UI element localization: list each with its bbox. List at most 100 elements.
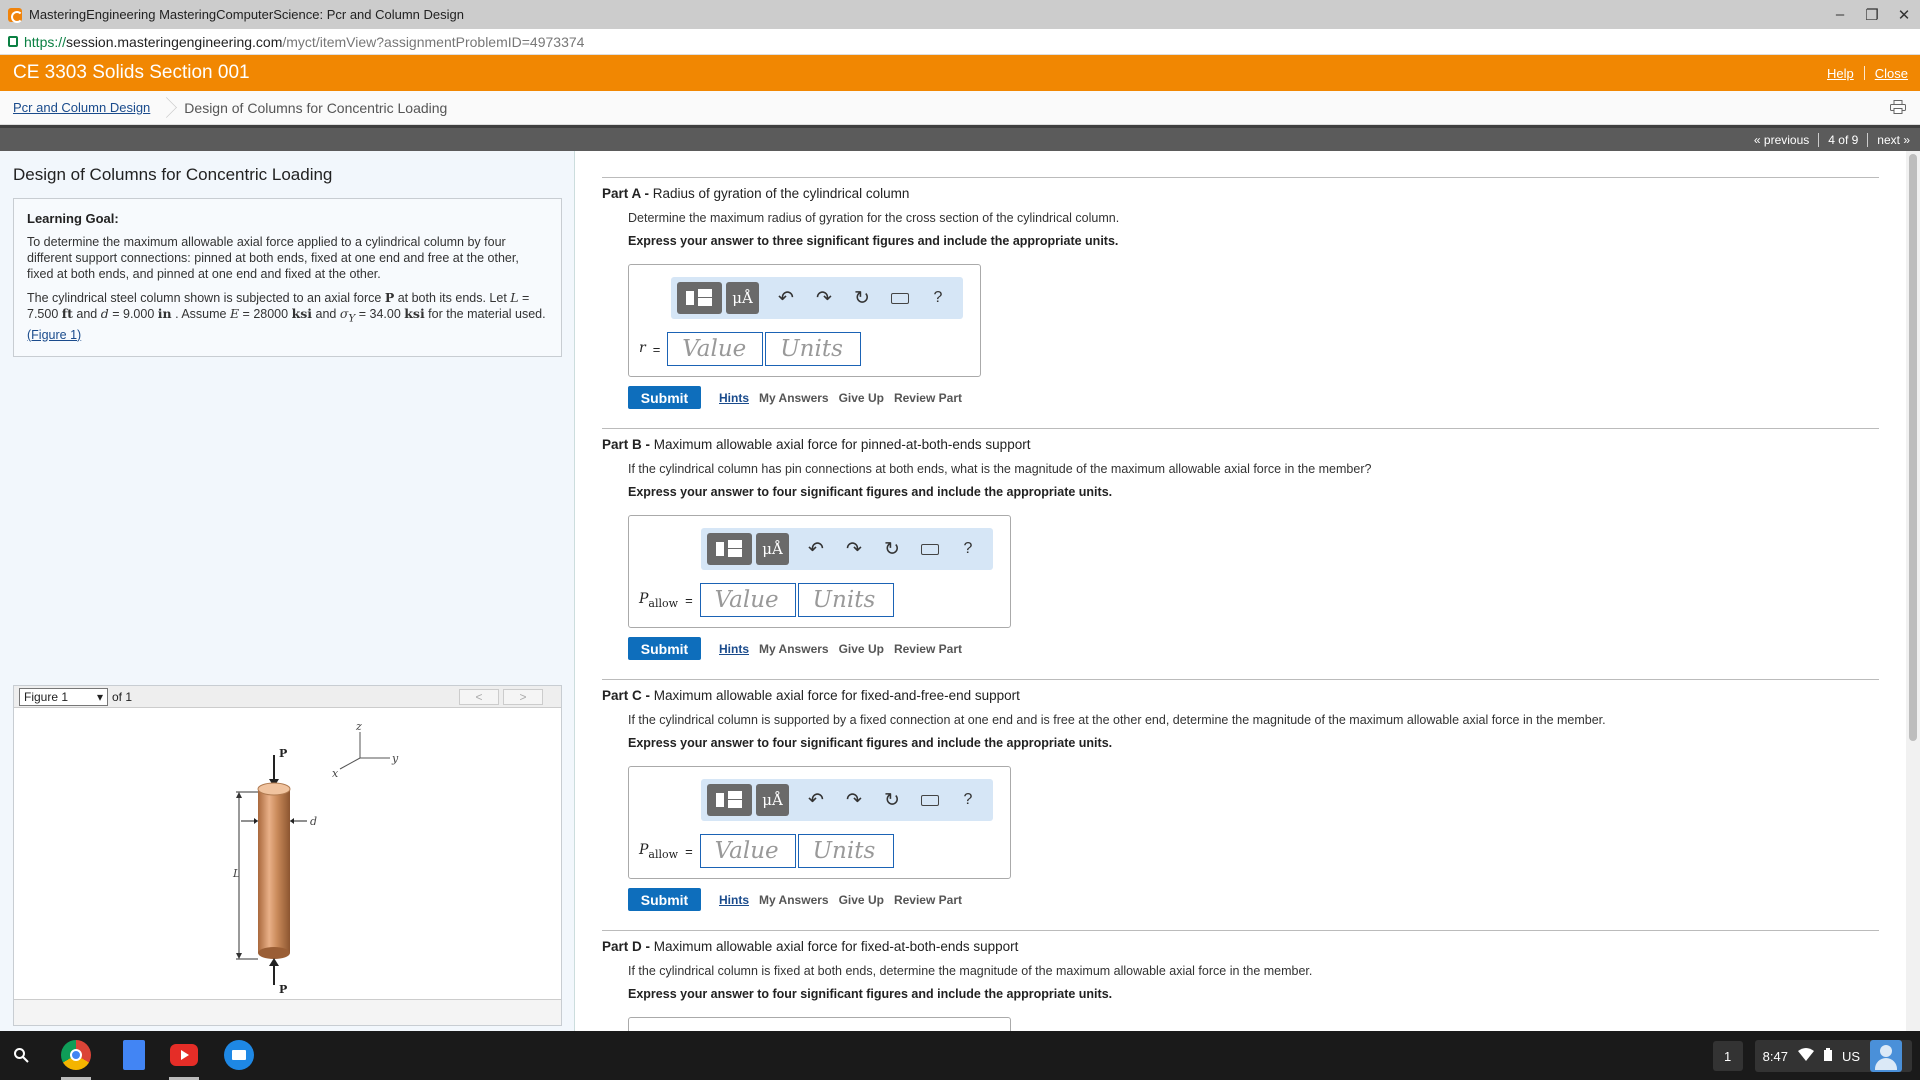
url-host: session.masteringengineering.com — [66, 33, 283, 50]
part-c-review-part-link[interactable]: Review Part — [894, 893, 962, 907]
previous-link[interactable]: « previous — [1754, 133, 1809, 147]
figure-prev-button[interactable]: < — [459, 689, 499, 705]
figure-next-button[interactable]: > — [503, 689, 543, 705]
undo-icon[interactable]: ↶ — [797, 784, 835, 816]
part-b-hints-link[interactable]: Hints — [719, 642, 749, 656]
reset-icon[interactable]: ↻ — [873, 784, 911, 816]
part-b-units-input[interactable]: Units — [797, 583, 894, 617]
part-a-units-input[interactable]: Units — [765, 332, 862, 366]
search-icon[interactable] — [5, 1039, 37, 1071]
units-button[interactable]: μÅ — [756, 784, 789, 816]
part-c-value-input[interactable]: Value — [699, 834, 796, 868]
part-c-submit-button[interactable]: Submit — [628, 888, 701, 911]
part-a-my-answers-link[interactable]: My Answers — [759, 391, 829, 405]
url-path: /myct/itemView?assignmentProblemID=49733… — [282, 33, 585, 50]
youtube-icon[interactable] — [170, 1044, 198, 1066]
help-icon[interactable]: ? — [949, 533, 987, 565]
part-b-heading: Part B - Maximum allowable axial force f… — [602, 437, 1031, 452]
redo-icon[interactable]: ↷ — [835, 784, 873, 816]
z-axis-label: z — [355, 720, 362, 733]
x-axis — [339, 757, 361, 770]
column-diagram: z y x P P d L — [232, 720, 399, 996]
units-button[interactable]: μÅ — [756, 533, 789, 565]
breadcrumb: Pcr and Column Design Design of Columns … — [0, 91, 1920, 125]
minimize-icon[interactable]: – — [1824, 0, 1856, 29]
dropdown-arrow-icon: ▾ — [96, 689, 103, 704]
part-a-answer-row: r = Value Units — [639, 332, 863, 366]
units-button[interactable]: μÅ — [726, 282, 759, 314]
item-navigation-bar: « previous 4 of 9 next » — [0, 125, 1920, 151]
reset-icon[interactable]: ↻ — [843, 282, 881, 314]
content-scrollbar[interactable] — [1906, 151, 1920, 1031]
notification-badge[interactable]: 1 — [1712, 1041, 1743, 1071]
part-b-submit-button[interactable]: Submit — [628, 637, 701, 660]
part-a-submit-button[interactable]: Submit — [628, 386, 701, 409]
item-position: 4 of 9 — [1828, 132, 1859, 147]
breadcrumb-assignment-link[interactable]: Pcr and Column Design — [13, 100, 150, 115]
wifi-icon — [1797, 1048, 1814, 1064]
keyboard-icon[interactable] — [911, 784, 949, 816]
chrome-icon[interactable] — [61, 1040, 91, 1070]
redo-icon[interactable]: ↷ — [805, 282, 843, 314]
part-c-my-answers-link[interactable]: My Answers — [759, 893, 829, 907]
part-c-hints-link[interactable]: Hints — [719, 893, 749, 907]
part-d: Part D - Maximum allowable axial force f… — [602, 930, 1879, 1031]
part-c-actions: Submit Hints My Answers Give Up Review P… — [628, 888, 972, 911]
steel-column — [258, 789, 290, 953]
part-a-hints-link[interactable]: Hints — [719, 391, 749, 405]
address-bar[interactable]: https:// session.masteringengineering.co… — [0, 29, 1920, 55]
part-a-give-up-link[interactable]: Give Up — [839, 391, 884, 405]
length-label: L — [232, 867, 240, 880]
figure-footer — [14, 999, 561, 1025]
help-icon[interactable]: ? — [949, 784, 987, 816]
part-b-actions: Submit Hints My Answers Give Up Review P… — [628, 637, 972, 660]
part-c-units-input[interactable]: Units — [797, 834, 894, 868]
undo-icon[interactable]: ↶ — [797, 533, 835, 565]
close-window-icon[interactable]: ✕ — [1888, 0, 1920, 29]
undo-icon[interactable]: ↶ — [767, 282, 805, 314]
reset-icon[interactable]: ↻ — [873, 533, 911, 565]
part-b-value-input[interactable]: Value — [699, 583, 796, 617]
close-link[interactable]: Close — [1875, 66, 1908, 81]
url-scheme: https:// — [24, 33, 67, 50]
window-title-bar: MasteringEngineering MasteringComputerSc… — [0, 0, 1920, 29]
x-axis-label: x — [332, 767, 339, 780]
user-avatar[interactable] — [1870, 1040, 1902, 1072]
battery-icon — [1823, 1048, 1832, 1064]
part-c-give-up-link[interactable]: Give Up — [839, 893, 884, 907]
docs-icon[interactable] — [123, 1040, 145, 1070]
next-link[interactable]: next » — [1877, 133, 1910, 147]
part-c-instructions: Express your answer to four significant … — [628, 736, 1113, 750]
keyboard-icon[interactable] — [911, 533, 949, 565]
part-a-review-part-link[interactable]: Review Part — [894, 391, 962, 405]
part-b-my-answers-link[interactable]: My Answers — [759, 642, 829, 656]
secure-lock-icon — [8, 36, 18, 47]
part-a-value-input[interactable]: Value — [667, 332, 764, 366]
part-a-answer-box: μÅ ↶ ↷ ↻ ? r = Value Units — [628, 264, 981, 377]
printer-icon[interactable] — [1890, 100, 1906, 114]
part-b-answer-row: Pallow = Value Units — [639, 583, 896, 617]
part-b-instructions: Express your answer to four significant … — [628, 485, 1113, 499]
figure-pager: < > — [455, 689, 543, 705]
part-a-heading: Part A - Radius of gyration of the cylin… — [602, 186, 910, 201]
templates-icon[interactable] — [707, 784, 752, 816]
figure-1-link[interactable]: (Figure 1) — [27, 328, 81, 342]
figure-select[interactable]: Figure 1 ▾ — [19, 687, 108, 706]
part-b-review-part-link[interactable]: Review Part — [894, 642, 962, 656]
templates-icon[interactable] — [707, 533, 752, 565]
redo-icon[interactable]: ↷ — [835, 533, 873, 565]
part-b-give-up-link[interactable]: Give Up — [839, 642, 884, 656]
problem-statement: The cylindrical steel column shown is su… — [27, 290, 546, 342]
keyboard-icon[interactable] — [881, 282, 919, 314]
status-area[interactable]: 8:47 US — [1754, 1040, 1912, 1072]
part-b: Part B - Maximum allowable axial force f… — [602, 428, 1879, 678]
templates-icon[interactable] — [677, 282, 722, 314]
system-tray[interactable]: 1 8:47 US — [1712, 1040, 1912, 1072]
restore-icon[interactable]: ❐ — [1856, 0, 1888, 29]
problem-intro-panel: Design of Columns for Concentric Loading… — [0, 151, 575, 1031]
help-link[interactable]: Help — [1827, 66, 1854, 81]
help-icon[interactable]: ? — [919, 282, 957, 314]
files-icon[interactable] — [224, 1040, 254, 1070]
clock: 8:47 — [1762, 1048, 1788, 1064]
scrollbar-thumb[interactable] — [1909, 154, 1917, 741]
